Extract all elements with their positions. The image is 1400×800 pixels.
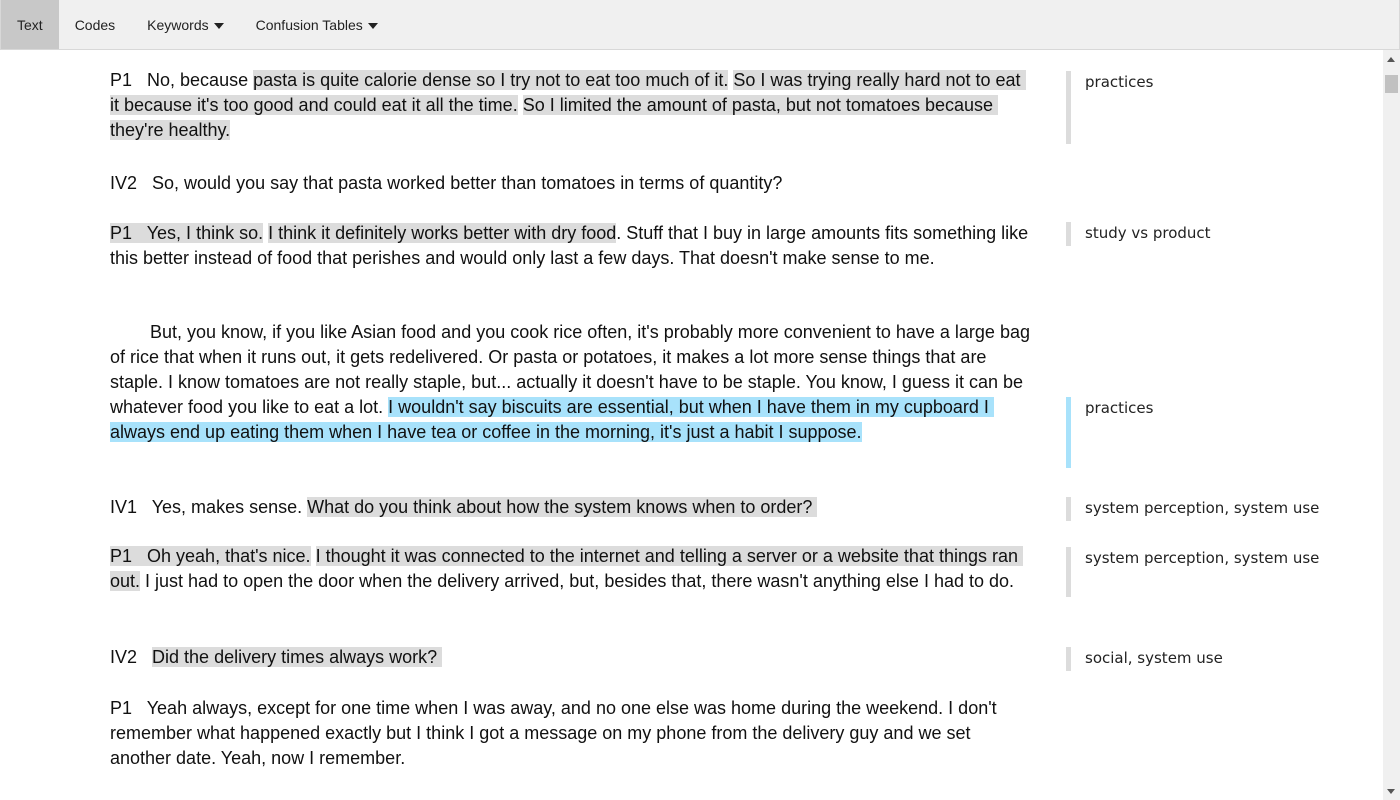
- coded-highlight[interactable]: I think it definitely works better with …: [268, 223, 617, 243]
- coded-highlight[interactable]: P1 Yes, I think so.: [110, 223, 264, 243]
- transcript-view: P1 No, because pasta is quite calorie de…: [0, 50, 1382, 800]
- code-annotation[interactable]: system perception, system use: [1066, 547, 1366, 597]
- tab-text[interactable]: Text: [1, 0, 59, 49]
- transcript-paragraph: IV2 So, would you say that pasta worked …: [110, 171, 1030, 196]
- coded-highlight[interactable]: Did the delivery times always work?: [152, 647, 443, 667]
- transcript-text: IV2: [110, 647, 153, 667]
- code-annotation[interactable]: practices: [1066, 71, 1366, 144]
- tab-text-label: Text: [17, 16, 43, 33]
- tab-keywords-dropdown[interactable]: Keywords: [131, 0, 239, 49]
- code-label: system perception, system use: [1085, 499, 1320, 517]
- transcript-paragraph: P1 Oh yeah, that's nice. I thought it wa…: [110, 544, 1030, 594]
- transcript-paragraph: P1 Yes, I think so. I think it definitel…: [110, 221, 1030, 271]
- tab-keywords-label: Keywords: [147, 16, 209, 33]
- scrollbar-thumb[interactable]: [1385, 75, 1398, 93]
- transcript-paragraph: IV2 Did the delivery times always work?: [110, 645, 1030, 670]
- coded-highlight[interactable]: What do you think about how the system k…: [307, 497, 818, 517]
- transcript-text: P1 Yeah always, except for one time when…: [110, 698, 1002, 768]
- code-label: practices: [1085, 73, 1154, 91]
- code-annotation[interactable]: practices: [1066, 397, 1366, 468]
- transcript-text: IV2 So, would you say that pasta worked …: [110, 173, 783, 193]
- coded-highlight[interactable]: P1 Oh yeah, that's nice.: [110, 546, 311, 566]
- transcript-paragraph: P1 Yeah always, except for one time when…: [110, 696, 1030, 771]
- scroll-down-arrow-icon[interactable]: [1387, 789, 1395, 794]
- scroll-up-arrow-icon[interactable]: [1387, 57, 1395, 62]
- transcript-paragraph: P1 No, because pasta is quite calorie de…: [110, 68, 1030, 143]
- transcript-text: [518, 95, 523, 115]
- tab-confusion-tables-label: Confusion Tables: [255, 16, 363, 33]
- tab-codes-label: Codes: [74, 16, 116, 33]
- code-label: practices: [1085, 399, 1154, 417]
- transcript-text: P1 No, because: [110, 70, 254, 90]
- caret-down-icon: [367, 22, 378, 29]
- tab-confusion-tables-dropdown[interactable]: Confusion Tables: [240, 0, 394, 49]
- transcript-paragraph: But, you know, if you like Asian food an…: [110, 320, 1030, 445]
- code-annotation[interactable]: social, system use: [1066, 647, 1366, 671]
- vertical-scrollbar[interactable]: [1383, 50, 1400, 800]
- code-annotation[interactable]: study vs product: [1066, 222, 1366, 246]
- transcript-paragraph: IV1 Yes, makes sense. What do you think …: [110, 495, 1030, 520]
- code-label: social, system use: [1085, 649, 1223, 667]
- code-label: system perception, system use: [1085, 549, 1320, 567]
- tab-codes[interactable]: Codes: [59, 0, 131, 49]
- code-label: study vs product: [1085, 224, 1211, 242]
- coded-highlight[interactable]: pasta is quite calorie dense so I try no…: [253, 70, 729, 90]
- code-annotation[interactable]: system perception, system use: [1066, 497, 1366, 521]
- top-navbar: Text Codes Keywords Confusion Tables: [0, 0, 1400, 50]
- caret-down-icon: [213, 22, 224, 29]
- transcript-text: [311, 546, 316, 566]
- transcript-text: I just had to open the door when the del…: [140, 571, 1015, 591]
- transcript-text: IV1 Yes, makes sense.: [110, 497, 308, 517]
